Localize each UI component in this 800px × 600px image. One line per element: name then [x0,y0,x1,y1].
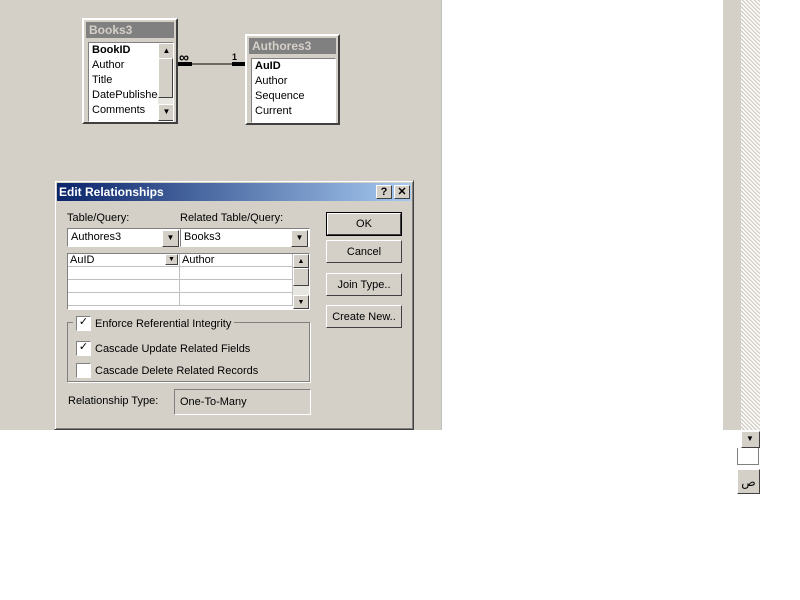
empty-cell[interactable] [68,280,180,293]
authores3-field-item[interactable]: Sequence [252,89,335,104]
table-query-label: Table/Query: [67,212,130,224]
cascade-delete-checkbox[interactable] [76,363,91,378]
scroll-down-button[interactable]: ▼ [741,431,760,448]
enforce-integrity-checkbox[interactable]: ✓ [76,316,91,331]
corner-box [737,448,759,465]
authores3-field-item[interactable]: AuID [252,59,335,74]
scroll-thumb[interactable] [293,268,309,286]
blank-pane [441,0,723,430]
many-side-symbol: ∞ [179,49,189,65]
empty-cell[interactable] [68,267,180,280]
create-new-button[interactable]: Create New.. [326,305,402,328]
pane-edge [723,0,741,430]
left-field-cell[interactable]: AuID ▼ [68,254,180,267]
empty-cell[interactable] [68,293,180,306]
cascade-delete-option[interactable]: Cascade Delete Related Records [76,363,258,378]
books3-scrollbar[interactable]: ▲ ▼ [158,43,173,121]
help-icon: ? [380,186,388,198]
cascade-update-checkbox[interactable]: ✓ [76,341,91,356]
join-type-button[interactable]: Join Type.. [326,273,402,296]
right-field-value: Author [182,254,215,266]
arrow-down-icon[interactable]: ▼ [158,104,173,121]
scroll-thumb[interactable] [158,58,173,98]
books3-fields: BookID Author Title DatePublished Comments ▲… [88,42,174,122]
chevron-down-icon[interactable]: ▼ [162,230,179,247]
dialog-title: Edit Relationships [59,185,164,199]
books3-field-list[interactable]: Books3 BookID Author Title DatePublished Com… [82,18,178,124]
check-icon: ✓ [78,316,89,328]
authores3-field-list[interactable]: Authores3 AuID Author Sequence Current [245,34,340,125]
join-type-label: Join Type.. [337,278,391,291]
arrow-up-icon[interactable]: ▲ [293,254,309,268]
related-table-query-select[interactable]: Books3 ▼ [180,228,310,247]
relationship-type-text: One-To-Many [180,396,247,408]
authores3-field-item[interactable]: Current [252,104,335,119]
cascade-update-label: Cascade Update Related Fields [95,342,251,355]
authores3-fields: AuID Author Sequence Current [251,58,336,123]
help-button[interactable]: ? [376,185,392,199]
check-icon: ✓ [78,341,89,353]
one-side-symbol: 1 [232,52,238,62]
cascade-delete-label: Cascade Delete Related Records [95,364,259,377]
chevron-down-icon[interactable]: ▼ [165,254,178,265]
right-field-cell[interactable]: Author [180,254,293,267]
ok-button[interactable]: OK [326,212,402,236]
table-query-value: Authores3 [71,231,122,243]
close-icon: ✕ [397,186,407,198]
books3-title[interactable]: Books3 [86,22,174,38]
empty-cell[interactable] [180,267,293,280]
edit-relationships-dialog: Edit Relationships ? ✕ Table/Query: Rela… [54,180,414,430]
vertical-scrollbar-track[interactable] [741,0,760,430]
field-pair-grid[interactable]: AuID ▼ Author ▲ ▼ [67,253,310,310]
side-button-label: ص [741,474,756,489]
grid-scrollbar[interactable]: ▲ ▼ [293,254,309,309]
side-button[interactable]: ص [737,469,760,494]
cancel-button[interactable]: Cancel [326,240,402,263]
ok-label: OK [356,218,372,230]
dialog-title-bar[interactable]: Edit Relationships [57,183,411,201]
authores3-field-item[interactable]: Author [252,74,335,89]
cancel-label: Cancel [346,245,382,258]
empty-cell[interactable] [180,293,293,306]
arrow-down-icon: ▼ [746,434,754,443]
related-table-query-value: Books3 [184,231,221,243]
create-new-label: Create New.. [332,310,396,323]
table-query-select[interactable]: Authores3 ▼ [67,228,181,247]
arrow-down-icon[interactable]: ▼ [293,295,309,309]
relationship-type-label: Relationship Type: [68,395,159,407]
cascade-update-option[interactable]: ✓ Cascade Update Related Fields [76,341,250,356]
authores3-title[interactable]: Authores3 [249,38,336,54]
empty-cell[interactable] [180,280,293,293]
relationship-type-value: One-To-Many [174,389,311,415]
chevron-down-icon[interactable]: ▼ [291,230,308,247]
enforce-integrity-label: Enforce Referential Integrity [95,317,232,330]
enforce-integrity-option[interactable]: ✓ Enforce Referential Integrity [73,316,235,331]
close-button[interactable]: ✕ [394,185,410,199]
left-field-value: AuID [70,254,95,266]
related-table-query-label: Related Table/Query: [180,212,284,224]
